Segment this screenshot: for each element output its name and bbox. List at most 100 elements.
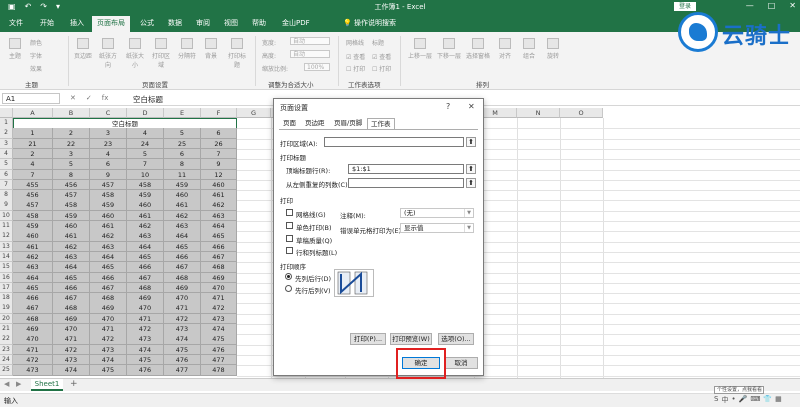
table-cell[interactable]: 464 bbox=[127, 241, 164, 253]
row-header[interactable]: 4 bbox=[0, 148, 13, 160]
table-cell[interactable]: 475 bbox=[127, 354, 164, 366]
table-cell[interactable]: 466 bbox=[201, 241, 237, 253]
table-cell[interactable]: 474 bbox=[201, 324, 237, 335]
table-cell[interactable]: 469 bbox=[53, 313, 90, 325]
table-cell[interactable]: 25 bbox=[164, 138, 201, 150]
options-button[interactable]: 选项(O)... bbox=[438, 333, 474, 345]
table-cell[interactable]: 468 bbox=[13, 313, 53, 325]
draft-checkbox[interactable] bbox=[286, 235, 293, 242]
print-titles-button[interactable]: 打印标题 bbox=[226, 38, 248, 69]
insert-function-icon[interactable]: fx bbox=[102, 94, 109, 102]
table-cell[interactable]: 457 bbox=[53, 190, 90, 201]
tab-help[interactable]: 帮助 bbox=[252, 18, 266, 28]
table-cell[interactable]: 471 bbox=[90, 324, 127, 335]
table-cell[interactable]: 466 bbox=[13, 293, 53, 304]
formula-input[interactable]: 空白标题 bbox=[133, 94, 163, 105]
table-cell[interactable]: 472 bbox=[127, 324, 164, 335]
row-header[interactable]: 12 bbox=[0, 231, 13, 242]
table-cell[interactable]: 477 bbox=[164, 365, 201, 376]
table-cell[interactable]: 471 bbox=[53, 334, 90, 345]
headings-view-check[interactable]: ☑ 查看 bbox=[372, 52, 391, 61]
close-button[interactable]: ✕ bbox=[789, 1, 796, 10]
chinese-icon[interactable]: 中 bbox=[721, 395, 728, 405]
row-header[interactable]: 9 bbox=[0, 200, 13, 211]
table-cell[interactable]: 11 bbox=[164, 169, 201, 180]
column-header[interactable]: A bbox=[13, 108, 53, 118]
table-cell[interactable]: 469 bbox=[13, 324, 53, 335]
column-header[interactable]: C bbox=[90, 108, 127, 118]
row-header[interactable]: 14 bbox=[0, 251, 13, 263]
keyboard-icon[interactable]: ⌨ bbox=[750, 395, 760, 405]
row-header[interactable]: 3 bbox=[0, 138, 13, 150]
clothes-icon[interactable]: 👕 bbox=[763, 395, 772, 405]
confirm-entry-icon[interactable]: ✓ bbox=[86, 94, 92, 102]
table-cell[interactable]: 3 bbox=[53, 148, 90, 160]
table-cell[interactable]: 463 bbox=[201, 210, 237, 222]
table-cell[interactable]: 463 bbox=[53, 251, 90, 263]
table-cell[interactable]: 463 bbox=[90, 241, 127, 253]
print-area-picker-icon[interactable]: ⬆ bbox=[466, 137, 476, 147]
selection-pane-button[interactable]: 选择窗格 bbox=[464, 38, 492, 60]
table-cell[interactable]: 472 bbox=[53, 344, 90, 356]
table-cell[interactable]: 473 bbox=[13, 365, 53, 376]
table-cell[interactable]: 467 bbox=[90, 282, 127, 294]
table-cell[interactable]: 462 bbox=[13, 251, 53, 263]
table-cell[interactable]: 462 bbox=[201, 200, 237, 211]
table-cell[interactable]: 476 bbox=[164, 354, 201, 366]
table-cell[interactable]: 474 bbox=[127, 344, 164, 356]
table-cell[interactable]: 466 bbox=[53, 282, 90, 294]
print-preview-button[interactable]: 打印预览(W) bbox=[390, 333, 432, 345]
table-cell[interactable]: 23 bbox=[90, 138, 127, 150]
orientation-button[interactable]: 纸张方向 bbox=[97, 38, 119, 69]
table-cell[interactable]: 462 bbox=[90, 231, 127, 242]
row-header[interactable]: 1 bbox=[0, 118, 13, 129]
table-cell[interactable]: 471 bbox=[127, 313, 164, 325]
table-cell[interactable]: 465 bbox=[13, 282, 53, 294]
rows-repeat-input[interactable]: $1:$1 bbox=[348, 164, 464, 174]
table-cell[interactable]: 469 bbox=[90, 303, 127, 314]
table-cell[interactable]: 472 bbox=[13, 354, 53, 366]
table-cell[interactable]: 470 bbox=[53, 324, 90, 335]
height-select[interactable]: 自动 bbox=[290, 50, 330, 58]
table-cell[interactable]: 468 bbox=[201, 262, 237, 273]
table-cell[interactable]: 462 bbox=[53, 241, 90, 253]
column-header[interactable]: G bbox=[237, 108, 271, 118]
comments-select[interactable]: (无) ▼ bbox=[400, 208, 474, 218]
table-cell[interactable]: 7 bbox=[127, 159, 164, 170]
tab-view[interactable]: 视图 bbox=[224, 18, 238, 28]
table-cell[interactable]: 471 bbox=[13, 344, 53, 356]
table-cell[interactable]: 468 bbox=[127, 282, 164, 294]
themes-button[interactable]: 主题 bbox=[4, 38, 26, 60]
background-button[interactable]: 背景 bbox=[200, 38, 222, 60]
print-area-button[interactable]: 打印区域 bbox=[150, 38, 172, 69]
table-cell[interactable]: 465 bbox=[201, 231, 237, 242]
table-cell[interactable]: 459 bbox=[53, 210, 90, 222]
tab-formulas[interactable]: 公式 bbox=[140, 18, 154, 28]
table-cell[interactable]: 7 bbox=[201, 148, 237, 160]
tab-home[interactable]: 开始 bbox=[40, 18, 54, 28]
table-cell[interactable]: 473 bbox=[127, 334, 164, 345]
table-cell[interactable]: 469 bbox=[201, 272, 237, 283]
next-sheet-icon[interactable]: ▶ bbox=[16, 380, 21, 388]
title-cell[interactable]: 空白标题 bbox=[13, 118, 237, 129]
table-cell[interactable]: 474 bbox=[164, 334, 201, 345]
row-header[interactable]: 8 bbox=[0, 190, 13, 201]
table-cell[interactable]: 475 bbox=[90, 365, 127, 376]
table-cell[interactable]: 4 bbox=[13, 159, 53, 170]
table-cell[interactable]: 8 bbox=[53, 169, 90, 180]
grid-icon[interactable]: ▦ bbox=[775, 395, 782, 405]
table-cell[interactable]: 471 bbox=[164, 303, 201, 314]
column-header[interactable]: N bbox=[517, 108, 560, 118]
ime-icon[interactable]: S bbox=[714, 395, 718, 405]
breaks-button[interactable]: 分隔符 bbox=[176, 38, 198, 60]
table-cell[interactable]: 473 bbox=[53, 354, 90, 366]
column-header[interactable]: O bbox=[560, 108, 603, 118]
table-cell[interactable]: 3 bbox=[90, 128, 127, 139]
sheet-tab-sheet1[interactable]: Sheet1 bbox=[31, 379, 63, 391]
table-cell[interactable]: 461 bbox=[90, 221, 127, 232]
over-then-down-radio[interactable] bbox=[285, 285, 292, 292]
bring-forward-button[interactable]: 上移一层 bbox=[406, 38, 434, 60]
tab-insert[interactable]: 插入 bbox=[70, 18, 84, 28]
gridlines-checkbox[interactable] bbox=[286, 209, 293, 216]
table-cell[interactable]: 473 bbox=[164, 324, 201, 335]
